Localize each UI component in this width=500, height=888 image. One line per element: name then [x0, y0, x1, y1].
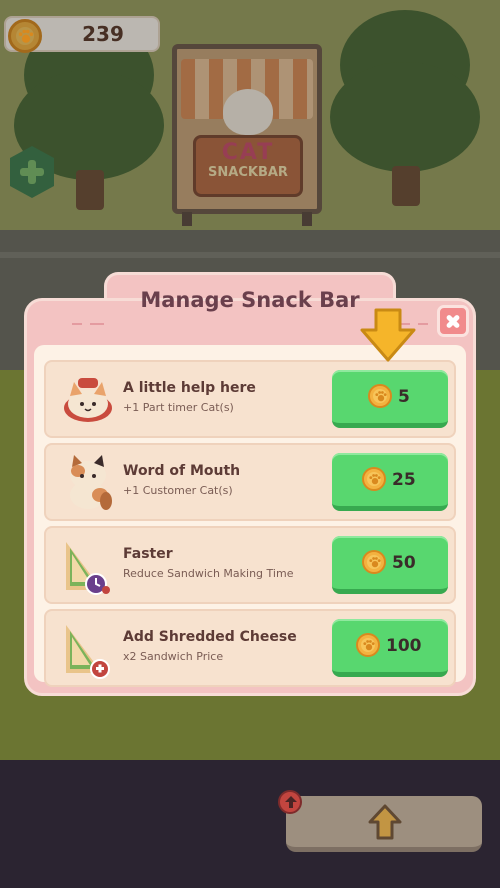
upgrade-description: x2 Sandwich Price — [123, 650, 224, 663]
upgrade-title: A little help here — [123, 380, 256, 396]
upgrade-title: Add Shredded Cheese — [123, 629, 297, 645]
upgrade-title: Word of Mouth — [123, 463, 241, 479]
up-arrow-icon — [368, 804, 402, 840]
title-divider — [418, 323, 428, 325]
buy-cost: 5 — [398, 387, 410, 407]
coin-icon — [362, 550, 386, 574]
calico-cat-icon — [56, 451, 120, 513]
up-arrow-icon — [285, 796, 297, 808]
upgrade-row: Add Shredded Cheese x2 Sandwich Price 10… — [44, 609, 456, 687]
upgrade-description: +1 Customer Cat(s) — [123, 484, 233, 497]
coin-icon — [356, 633, 380, 657]
buy-button[interactable]: 50 — [332, 536, 448, 594]
upgrade-list: A little help here +1 Part timer Cat(s) … — [44, 360, 456, 692]
upgrade-description: +1 Part timer Cat(s) — [123, 401, 234, 414]
coin-icon — [362, 467, 386, 491]
buy-button[interactable]: 5 — [332, 370, 448, 428]
title-divider — [90, 323, 104, 325]
upgrade-button[interactable] — [286, 796, 482, 852]
upgrade-title: Faster — [123, 546, 173, 562]
buy-cost: 25 — [392, 470, 416, 490]
title-divider — [72, 323, 82, 325]
sandwich-clock-icon — [56, 534, 120, 596]
alert-badge — [278, 790, 302, 814]
buy-cost: 100 — [386, 636, 422, 656]
dialog-title: Manage Snack Bar — [140, 288, 360, 312]
upgrade-row: Word of Mouth +1 Customer Cat(s) 25 — [44, 443, 456, 521]
upgrade-row: A little help here +1 Part timer Cat(s) … — [44, 360, 456, 438]
upgrade-description: Reduce Sandwich Making Time — [123, 567, 294, 580]
chef-cat-icon — [56, 368, 120, 430]
buy-button[interactable]: 100 — [332, 619, 448, 677]
sandwich-plus-icon — [56, 617, 120, 679]
hint-arrow-icon — [358, 306, 418, 364]
close-button[interactable] — [437, 305, 469, 337]
buy-cost: 50 — [392, 553, 416, 573]
buy-button[interactable]: 25 — [332, 453, 448, 511]
upgrade-row: Faster Reduce Sandwich Making Time 50 — [44, 526, 456, 604]
coin-icon — [368, 384, 392, 408]
